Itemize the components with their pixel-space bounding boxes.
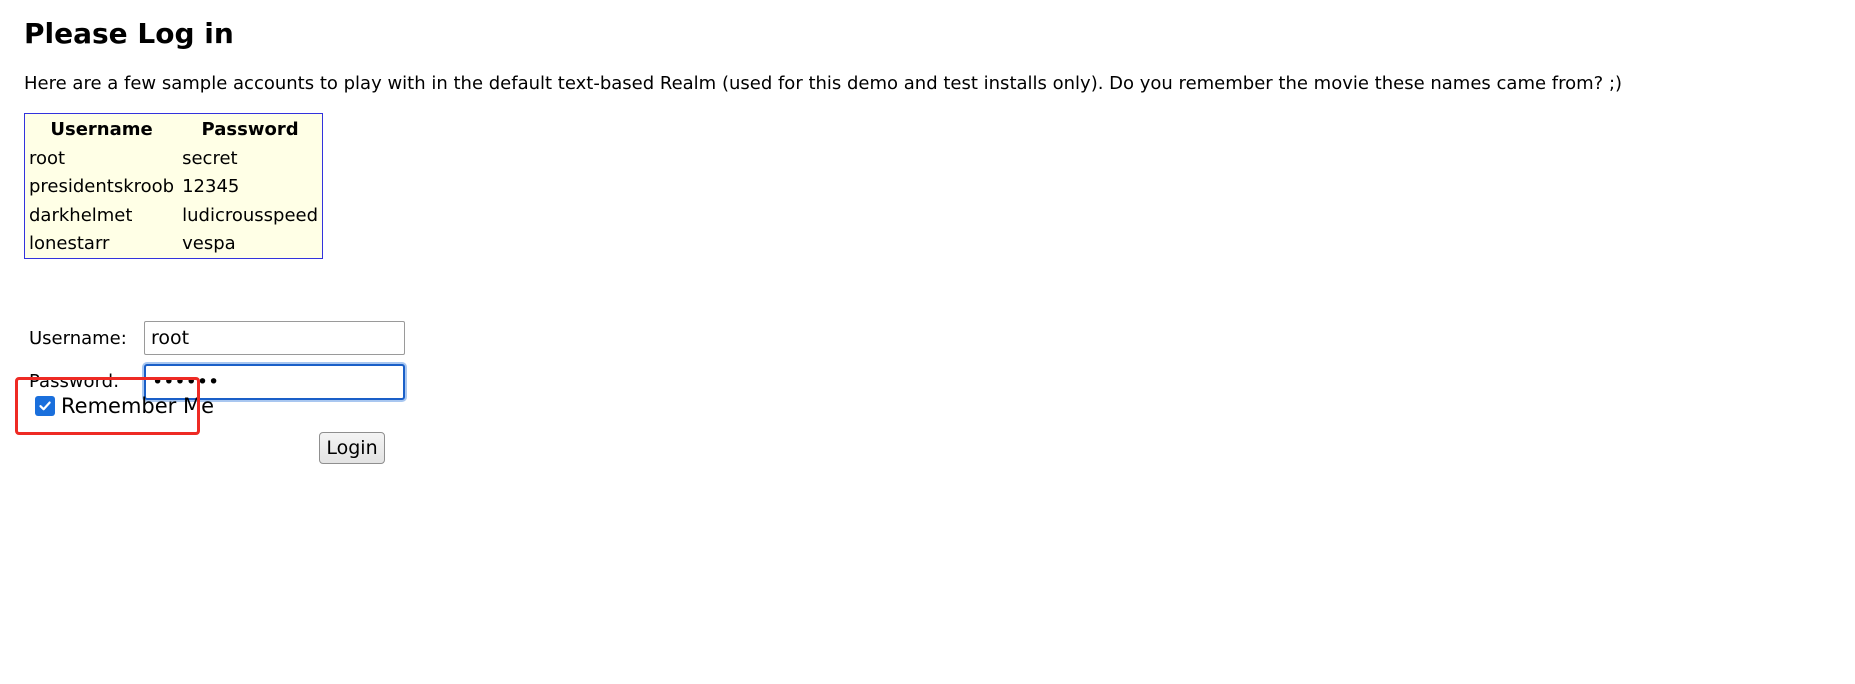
page-title: Please Log in: [24, 17, 234, 50]
cell-username: root: [29, 147, 66, 169]
username-label: Username:: [29, 328, 127, 349]
cell-password: ludicrousspeed: [182, 204, 319, 226]
login-page: Please Log in Here are a few sample acco…: [0, 0, 1855, 684]
cell-password: secret: [182, 147, 238, 169]
password-label: Password:: [29, 371, 120, 392]
remember-me-checkbox[interactable]: [35, 396, 55, 416]
cell-username: lonestarr: [29, 233, 110, 255]
cell-username: presidentskroob: [29, 176, 175, 198]
column-header-password: Password: [201, 118, 299, 140]
table-row: lonestarr vespa: [25, 230, 322, 259]
table-header-row: Username Password: [25, 114, 322, 144]
checkmark-icon: [39, 401, 51, 411]
username-input[interactable]: [144, 321, 405, 355]
remember-me-label[interactable]: Remember Me: [61, 392, 214, 420]
table-row: root secret: [25, 144, 322, 173]
login-button[interactable]: Login: [319, 432, 385, 464]
cell-username: darkhelmet: [29, 204, 133, 226]
column-header-username: Username: [50, 118, 153, 140]
cell-password: 12345: [182, 176, 240, 198]
table-row: presidentskroob 12345: [25, 173, 322, 202]
cell-password: vespa: [182, 233, 236, 255]
table-row: darkhelmet ludicrousspeed: [25, 201, 322, 230]
sample-accounts-table: Username Password root secret presidents…: [24, 113, 324, 259]
intro-text: Here are a few sample accounts to play w…: [24, 73, 1623, 94]
